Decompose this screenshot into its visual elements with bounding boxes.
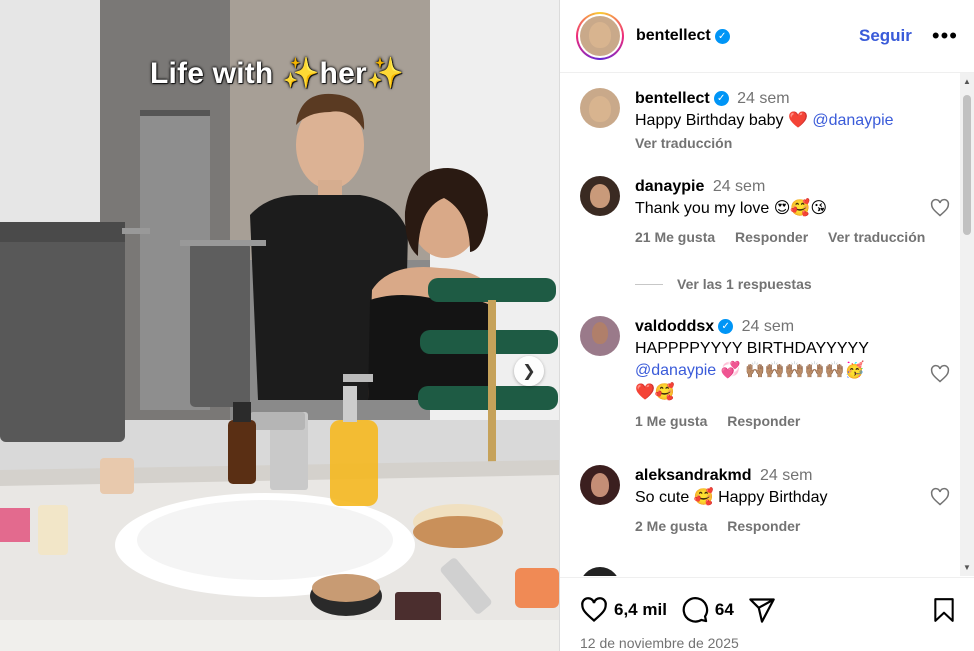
comment-likes[interactable]: 2 Me gusta xyxy=(635,518,707,534)
save-bookmark-icon[interactable] xyxy=(931,596,957,624)
comment-emoji: 💞 🙌🏽🙌🏽🙌🏽🙌🏽🙌🏽🥳 xyxy=(720,362,865,379)
next-slide-button[interactable]: ❯ xyxy=(514,356,544,386)
verified-badge-icon: ✓ xyxy=(714,28,730,44)
likes-count[interactable]: 6,4 mil xyxy=(614,600,667,620)
comment-item-partial xyxy=(580,567,950,576)
comment-likes[interactable]: 21 Me gusta xyxy=(635,229,715,245)
post-side-panel: bentellect ✓ Seguir ••• bentellect ✓ 24 s… xyxy=(559,0,974,651)
see-translation-link[interactable]: Ver traducción xyxy=(828,229,925,245)
comment-text: So cute 🥰 Happy Birthday xyxy=(635,489,828,506)
post-date[interactable]: 12 de noviembre de 2025 xyxy=(580,635,739,651)
comment-emoji: ❤️🥰 xyxy=(635,384,675,401)
comment-item: valdoddsx ✓ 24 sem HAPPPPYYYY BIRTHDAYYYY… xyxy=(580,316,950,432)
see-translation-link[interactable]: Ver traducción xyxy=(635,135,732,151)
like-heart-icon[interactable] xyxy=(580,596,608,624)
comments-list[interactable]: bentellect ✓ 24 sem Happy Birthday baby ❤… xyxy=(560,73,960,576)
view-replies-button[interactable]: Ver las 1 respuestas xyxy=(635,276,812,292)
comments-scrollbar[interactable]: ▲ ▼ xyxy=(960,73,974,576)
verified-badge-icon: ✓ xyxy=(713,91,729,107)
comment-text: Thank you my love 😍🥰😘 xyxy=(635,200,828,217)
comment-time: 24 sem xyxy=(712,178,766,195)
more-options-icon[interactable]: ••• xyxy=(932,25,958,47)
scroll-down-icon[interactable]: ▼ xyxy=(963,563,971,572)
share-icon[interactable] xyxy=(748,596,776,624)
caption-text: Happy Birthday baby xyxy=(635,112,784,129)
avatar xyxy=(580,16,620,56)
like-comment-heart-icon[interactable] xyxy=(930,198,950,218)
like-comment-heart-icon[interactable] xyxy=(930,364,950,384)
caption-time[interactable]: 24 sem xyxy=(737,90,789,107)
follow-button[interactable]: Seguir xyxy=(859,26,912,46)
post-image xyxy=(0,0,559,651)
heart-emoji: ❤️ xyxy=(787,112,808,129)
comment-username[interactable]: valdoddsx xyxy=(635,318,714,335)
avatar[interactable] xyxy=(580,88,620,128)
comment-mention[interactable]: @danaypie xyxy=(635,362,716,379)
avatar[interactable] xyxy=(580,465,620,505)
comment-username[interactable]: aleksandrakmd xyxy=(635,467,752,484)
view-replies-label: Ver las 1 respuestas xyxy=(677,276,812,292)
post-media[interactable]: Life with ✨her✨ ❯ xyxy=(0,0,559,651)
reply-button[interactable]: Responder xyxy=(727,518,800,534)
caption: bentellect ✓ 24 sem Happy Birthday baby ❤… xyxy=(580,88,950,154)
scrollbar-thumb[interactable] xyxy=(963,95,971,235)
scroll-up-icon[interactable]: ▲ xyxy=(963,77,971,86)
avatar[interactable] xyxy=(580,567,620,576)
comment-item: danaypie 24 sem Thank you my love 😍🥰😘 21… xyxy=(580,176,950,248)
comment-time: 24 sem xyxy=(741,318,795,335)
post-actions: 6,4 mil 64 12 de noviembre de 2025 xyxy=(560,577,974,651)
chevron-right-icon: ❯ xyxy=(522,363,536,380)
comment-likes[interactable]: 1 Me gusta xyxy=(635,413,707,429)
comment-icon[interactable] xyxy=(681,596,709,624)
reply-button[interactable]: Responder xyxy=(735,229,808,245)
comments-count[interactable]: 64 xyxy=(715,600,734,620)
post-header: bentellect ✓ Seguir ••• xyxy=(560,0,974,73)
header-username[interactable]: bentellect xyxy=(636,27,711,45)
overlay-text: Life with ✨her✨ xyxy=(150,57,405,90)
reply-button[interactable]: Responder xyxy=(727,413,800,429)
comment-time: 24 sem xyxy=(759,467,813,484)
verified-badge-icon: ✓ xyxy=(718,319,734,335)
caption-mention[interactable]: @danaypie xyxy=(812,112,893,129)
comment-text: HAPPPPYYYY BIRTHDAYYYYY xyxy=(635,340,869,357)
replies-divider xyxy=(635,283,663,285)
story-ring[interactable] xyxy=(576,12,624,60)
like-comment-heart-icon[interactable] xyxy=(930,487,950,507)
avatar[interactable] xyxy=(580,176,620,216)
comment-username[interactable]: danaypie xyxy=(635,178,704,195)
avatar[interactable] xyxy=(580,316,620,356)
caption-username[interactable]: bentellect xyxy=(635,90,710,107)
comment-item: aleksandrakmd 24 sem So cute 🥰 Happy Bir… xyxy=(580,465,950,537)
